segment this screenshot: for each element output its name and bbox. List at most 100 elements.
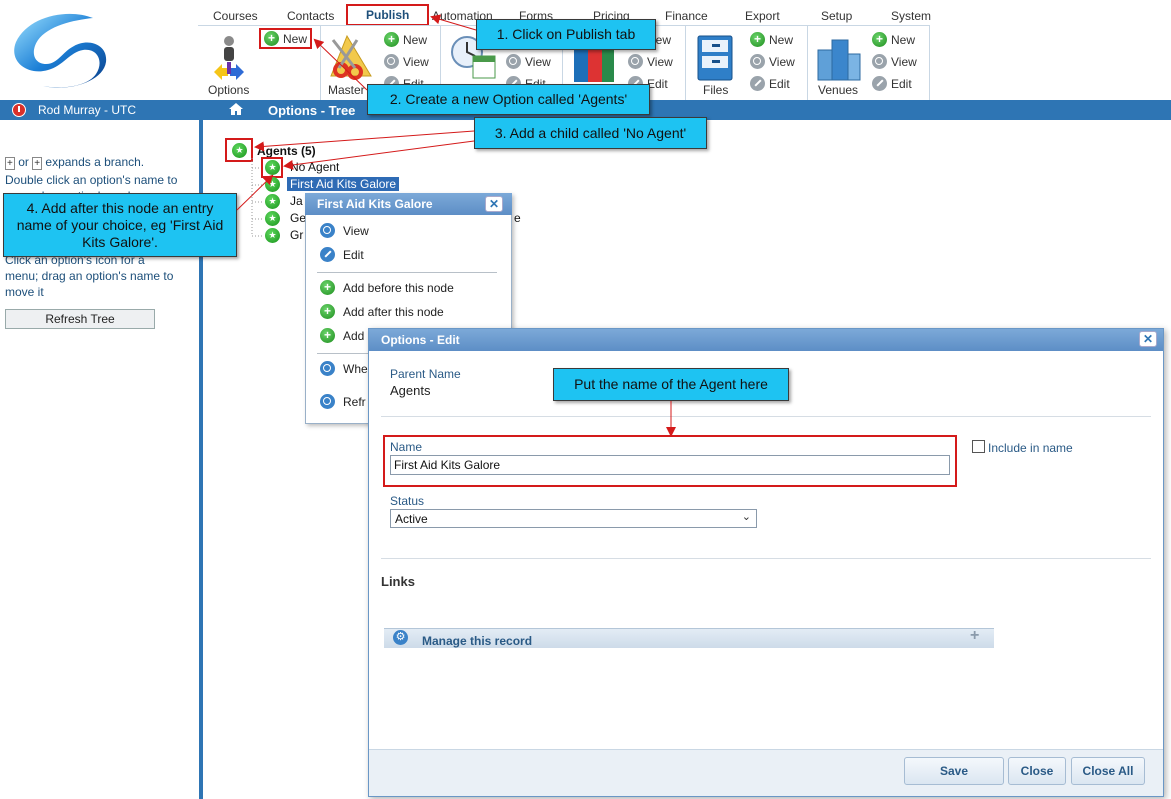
magnifier-icon	[384, 54, 399, 69]
tab-finance[interactable]: Finance	[665, 9, 708, 23]
context-menu-title: First Aid Kits Galore	[317, 197, 433, 211]
files-label: Files	[703, 83, 729, 97]
masters-view-button[interactable]: View	[384, 54, 429, 69]
venues-view-button[interactable]: View	[872, 54, 917, 69]
plus-icon: +	[872, 32, 887, 47]
tab-export[interactable]: Export	[745, 9, 780, 23]
plus-icon: +	[750, 32, 765, 47]
menu-item-add-after[interactable]: + Add after this node	[320, 304, 444, 319]
help-text-2: Double click an option's name to	[5, 173, 178, 187]
tree-node-label[interactable]: No Agent	[290, 160, 339, 174]
files-edit-button[interactable]: Edit	[750, 76, 790, 91]
user-name: Rod Murray - UTC	[38, 103, 137, 117]
help-text-1: expands a branch.	[45, 155, 145, 169]
menu-item-add-child[interactable]: + Add	[320, 328, 364, 343]
masters-label: Master	[328, 83, 365, 97]
edit-dialog-header: Options - Edit	[369, 329, 1163, 351]
plus-icon: +	[384, 32, 399, 47]
view-label: View	[403, 54, 429, 69]
tree-node-label-selected[interactable]: First Aid Kits Galore	[287, 177, 400, 191]
include-in-name-label: Include in name	[988, 441, 1073, 455]
help-or: or	[18, 155, 29, 169]
close-icon[interactable]: ✕	[1139, 331, 1157, 347]
include-in-name-checkbox[interactable]	[972, 440, 985, 453]
refresh-icon	[320, 394, 335, 409]
options-label: Options	[208, 83, 250, 97]
app-logo	[14, 13, 107, 88]
menu-item-refresh[interactable]: Refr	[320, 394, 366, 409]
schedule-view-button[interactable]: View	[506, 54, 551, 69]
parent-name-value: Agents	[390, 383, 431, 398]
menu-item-add-before[interactable]: + Add before this node	[320, 280, 454, 295]
tab-system[interactable]: System	[891, 9, 931, 23]
edit-label: Edit	[769, 76, 790, 91]
edit-label: Edit	[647, 76, 668, 91]
close-all-button[interactable]: Close All	[1071, 757, 1145, 785]
plus-icon: +	[320, 304, 335, 319]
status-value: Active	[395, 512, 428, 526]
tab-publish[interactable]: Publish	[346, 4, 430, 26]
magnifier-icon	[320, 223, 335, 238]
files-view-button[interactable]: View	[750, 54, 795, 69]
menu-item-label: View	[343, 223, 369, 238]
tree-node-label-tail: e	[514, 211, 521, 225]
tree-node-icon[interactable]: ★	[265, 177, 280, 192]
masters-icon[interactable]	[327, 34, 375, 82]
help-line-1: + or + expands a branch.	[5, 154, 200, 172]
name-input[interactable]	[390, 455, 950, 475]
tree-node-label[interactable]: Ja	[290, 194, 303, 208]
venues-label: Venues	[818, 83, 859, 97]
venues-edit-button[interactable]: Edit	[872, 76, 912, 91]
tree-node-label[interactable]: Gr	[290, 228, 303, 242]
menu-item-view[interactable]: View	[320, 223, 369, 238]
tree-node-icon[interactable]: ★	[265, 194, 280, 209]
save-button[interactable]: Save	[904, 757, 1004, 785]
options-new-button[interactable]: + New	[259, 28, 313, 49]
edit-label: Edit	[891, 76, 912, 91]
magnifier-icon	[506, 54, 521, 69]
menu-separator	[317, 272, 497, 273]
menu-item-label: Refr	[343, 394, 366, 409]
callout-agent-name: Put the name of the Agent here	[553, 368, 789, 401]
menu-item-edit[interactable]: Edit	[320, 247, 364, 262]
menu-item-label: Add before this node	[343, 280, 454, 295]
plus-icon: +	[320, 328, 335, 343]
expand-plus-icon[interactable]: +	[970, 627, 979, 645]
menu-item-where[interactable]: Whe	[320, 361, 368, 376]
tree-root-icon[interactable]: ★	[232, 143, 247, 158]
magnifier-icon	[872, 54, 887, 69]
view-label: View	[647, 54, 673, 69]
plus-icon: +	[320, 280, 335, 295]
links-heading: Links	[381, 574, 415, 589]
masters-new-button[interactable]: + New	[384, 32, 427, 47]
tree-node-icon[interactable]: ★	[265, 228, 280, 243]
tab-courses[interactable]: Courses	[213, 9, 258, 23]
power-icon[interactable]	[12, 103, 26, 117]
tree-root-label[interactable]: Agents (5)	[257, 144, 316, 158]
callout-step-2: 2. Create a new Option called 'Agents'	[367, 84, 650, 115]
tree-node-icon[interactable]: ★	[265, 211, 280, 226]
tree-node-icon[interactable]: ★	[265, 160, 280, 175]
close-icon[interactable]: ✕	[485, 196, 503, 212]
venues-new-button[interactable]: + New	[872, 32, 915, 47]
buildings-icon[interactable]	[814, 36, 862, 82]
books-view-button[interactable]: View	[628, 54, 673, 69]
refresh-tree-button[interactable]: Refresh Tree	[5, 309, 155, 329]
view-label: View	[891, 54, 917, 69]
view-label: View	[525, 54, 551, 69]
menu-item-label: Whe	[343, 361, 368, 376]
tab-contacts[interactable]: Contacts	[287, 9, 334, 23]
menu-item-label: Add after this node	[343, 304, 444, 319]
expand-all-box-icon: +	[32, 157, 43, 170]
manage-record-label[interactable]: Manage this record	[422, 634, 532, 648]
tab-setup[interactable]: Setup	[821, 9, 852, 23]
home-icon[interactable]	[229, 103, 243, 115]
new-label: New	[283, 31, 308, 46]
tree-node-label[interactable]: Ge	[290, 211, 306, 225]
status-select[interactable]: Active ⌄	[390, 509, 757, 528]
files-new-button[interactable]: + New	[750, 32, 793, 47]
filing-cabinet-icon[interactable]	[694, 34, 738, 82]
close-button[interactable]: Close	[1008, 757, 1066, 785]
options-icon[interactable]	[206, 34, 252, 82]
pencil-icon	[320, 247, 335, 262]
